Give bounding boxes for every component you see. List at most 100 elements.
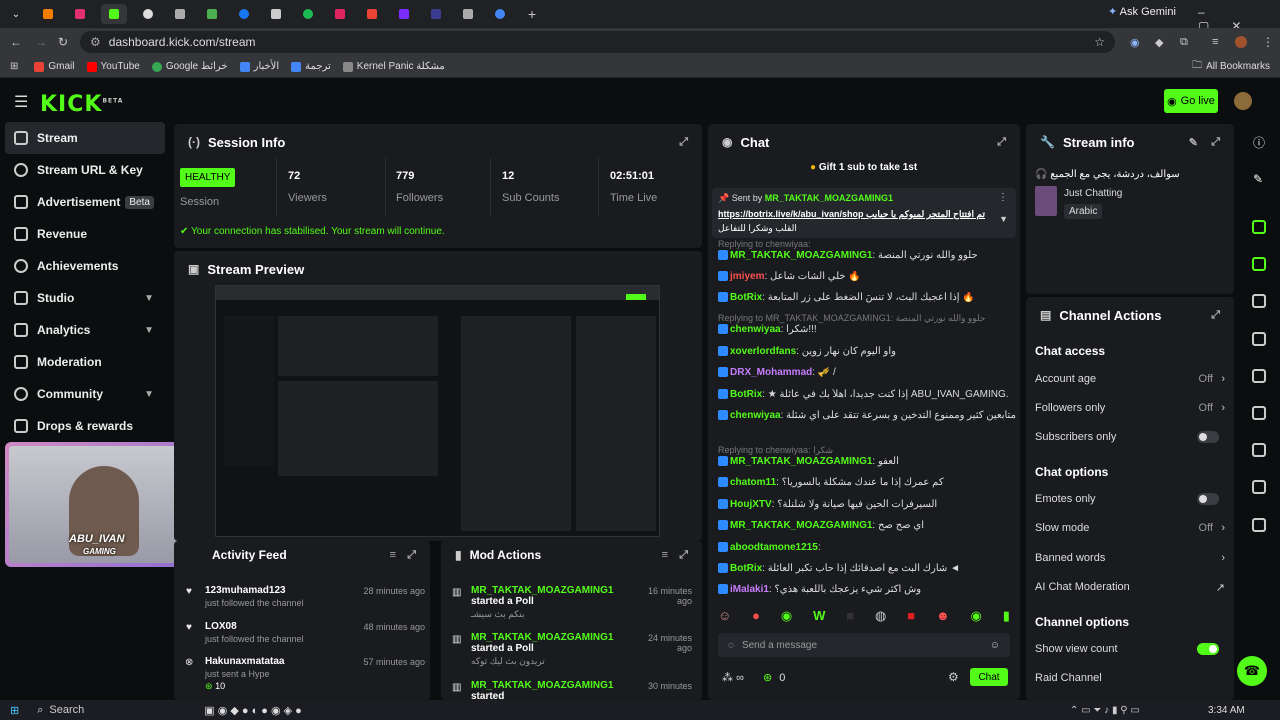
- quick-action-icon[interactable]: [1252, 443, 1266, 457]
- emote-icon[interactable]: ☻: [936, 608, 950, 628]
- sidebar-item-moderation[interactable]: Moderation: [0, 346, 170, 378]
- bookmark-item[interactable]: Kernel Panic مشكلة: [342, 61, 445, 72]
- gift-banner[interactable]: ● Gift 1 sub to take 1st: [810, 162, 917, 173]
- quick-action-icon[interactable]: [1252, 518, 1266, 532]
- popout-icon[interactable]: ⤢: [407, 549, 416, 562]
- kick-logo[interactable]: KICKBETA: [40, 92, 123, 117]
- chat-message[interactable]: aboodtamone1215:: [718, 542, 1018, 553]
- chat-message[interactable]: chenwiyaa: شكرا!!!: [718, 324, 1018, 335]
- chat-input[interactable]: ◌ Send a message ☺: [718, 633, 1010, 657]
- sidebar-item-achievements[interactable]: Achievements: [0, 250, 170, 282]
- points-icon[interactable]: ⁂: [722, 672, 733, 684]
- chat-message[interactable]: MR_TAKTAK_MOAZGAMING1: حلوو والله نورتي …: [718, 250, 1018, 261]
- browser-tab[interactable]: [297, 4, 319, 24]
- chat-username[interactable]: aboodtamone1215: [730, 542, 818, 553]
- chat-username[interactable]: chenwiyaa: [730, 410, 781, 421]
- windows-icon[interactable]: ⊞: [10, 704, 19, 717]
- search-icon[interactable]: ⌕: [37, 704, 43, 717]
- chat-message[interactable]: BotRix: ★ إذا كنت جديداً، أهلاً بك في عا…: [718, 389, 1018, 400]
- emote-icon[interactable]: ■: [846, 608, 854, 628]
- chat-username[interactable]: BotRix: [730, 389, 762, 400]
- chat-username[interactable]: chatom11: [730, 477, 776, 488]
- pencil-icon[interactable]: ✎: [1253, 172, 1263, 186]
- sidebar-item-revenue[interactable]: Revenue: [0, 218, 170, 250]
- chat-message[interactable]: chenwiyaa: الكحول لازم متابعين كثير وممن…: [718, 410, 1018, 421]
- emote-icon[interactable]: ▮: [1003, 608, 1010, 628]
- browser-tab-active[interactable]: [101, 4, 127, 24]
- show-view-count-toggle[interactable]: [1197, 643, 1219, 655]
- sidebar-item-studio[interactable]: Studio ▼: [0, 282, 170, 314]
- go-live-button[interactable]: ◉ Go live: [1164, 89, 1218, 113]
- chat-send-button[interactable]: Chat: [970, 668, 1008, 686]
- raid-channel-row[interactable]: Raid Channel: [1035, 672, 1225, 684]
- ask-gemini-button[interactable]: ✦ Ask Gemini: [1108, 5, 1176, 18]
- chat-message[interactable]: iMalaki1: وش أكثر شيء يزعجك باللعبة هذي؟: [718, 584, 1018, 595]
- chat-username[interactable]: MR_TAKTAK_MOAZGAMING1: [730, 520, 872, 531]
- slow-mode-row[interactable]: Slow mode Off ›: [1035, 522, 1225, 534]
- back-icon[interactable]: ←: [10, 35, 22, 49]
- chat-username[interactable]: HoujXTV: [730, 499, 772, 510]
- quick-action-icon[interactable]: [1252, 406, 1266, 420]
- quick-action-icon[interactable]: [1252, 257, 1266, 271]
- browser-tab[interactable]: [69, 4, 91, 24]
- apps-icon[interactable]: ⊞: [10, 61, 18, 72]
- extension-icon[interactable]: ◉: [1130, 36, 1140, 49]
- pinned-message[interactable]: 📌 Sent by MR_TAKTAK_MOAZGAMING1 https://…: [712, 188, 1016, 238]
- followers-only-row[interactable]: Followers only Off ›: [1035, 402, 1225, 414]
- profile-avatar[interactable]: [1235, 36, 1247, 48]
- bookmark-item[interactable]: ترجمة: [291, 61, 331, 72]
- browser-tab[interactable]: [265, 4, 287, 24]
- popout-icon[interactable]: ⤢: [997, 136, 1006, 149]
- quick-action-icon[interactable]: [1252, 294, 1266, 308]
- chat-username[interactable]: iMalaki1: [730, 584, 769, 595]
- popout-icon[interactable]: ⤢: [679, 136, 688, 149]
- popout-icon[interactable]: ⤢: [679, 549, 688, 562]
- emote-icon[interactable]: ◉: [781, 608, 792, 628]
- app-icons[interactable]: ▣ ◉ ◆ ● ◐ ● ◉ ◈ ●: [204, 704, 302, 717]
- chat-message[interactable]: jmiyem: خلي الشات شاعل 🔥: [718, 271, 1018, 282]
- media-icon[interactable]: ≡: [1212, 36, 1218, 48]
- system-tray[interactable]: ⌃ ▭ ⏷ ♪ ▮ ⚲ ▭: [1070, 705, 1140, 716]
- chat-username[interactable]: xoverlordfans: [730, 346, 796, 357]
- chat-settings-icon[interactable]: ⚙: [948, 670, 959, 684]
- chat-message[interactable]: BotRix: إذا أعجبك البث، لا تنسَ الضغط عل…: [718, 292, 1018, 303]
- browser-tab[interactable]: [489, 4, 511, 24]
- chat-message[interactable]: xoverlordfans: واو اليوم كان نهار زوين: [718, 346, 1018, 357]
- emote-icon[interactable]: ■: [907, 608, 915, 628]
- support-icon[interactable]: ☎: [1237, 656, 1267, 686]
- chat-message[interactable]: MR_TAKTAK_MOAZGAMING1: اي صح صح: [718, 520, 1018, 531]
- sidebar-item-community[interactable]: Community ▼: [0, 378, 170, 410]
- bookmark-item[interactable]: YouTube: [86, 61, 140, 72]
- url-field[interactable]: ⚙ dashboard.kick.com/stream ☆: [80, 31, 1115, 53]
- taskbar-search[interactable]: Search: [49, 704, 84, 716]
- bookmark-item[interactable]: Google خرائط: [151, 61, 228, 72]
- sidebar-item-drops[interactable]: Drops & rewards: [0, 410, 170, 442]
- chat-message[interactable]: DRX_Mohammad: 🎺 /: [718, 367, 1018, 378]
- popout-icon[interactable]: ⤢: [1211, 136, 1220, 149]
- browser-tab[interactable]: [361, 4, 383, 24]
- forward-icon[interactable]: →: [35, 35, 47, 49]
- filter-icon[interactable]: ≡: [390, 549, 396, 561]
- browser-tab[interactable]: [233, 4, 255, 24]
- chat-message[interactable]: BotRix: شارك البث مع أصدقائك إذا حاب تكب…: [718, 563, 1018, 574]
- emote-icon[interactable]: W: [813, 608, 825, 628]
- quick-action-icon[interactable]: [1252, 220, 1266, 234]
- emote-icon[interactable]: ◍: [875, 608, 886, 628]
- browser-tab[interactable]: [425, 4, 447, 24]
- emote-icon[interactable]: ☺: [718, 608, 731, 628]
- sidebar-item-analytics[interactable]: Analytics ▼: [0, 314, 170, 346]
- chat-username[interactable]: BotRix: [730, 292, 762, 303]
- chat-message[interactable]: chatom11: كم عمرك إذا ما عندك مشكلة بالس…: [718, 477, 1018, 488]
- emotes-only-toggle[interactable]: [1197, 493, 1219, 505]
- quick-action-icon[interactable]: [1252, 480, 1266, 494]
- chat-username[interactable]: chenwiyaa: [730, 324, 781, 335]
- browser-tab[interactable]: [137, 4, 159, 24]
- emote-icon[interactable]: ●: [752, 608, 760, 628]
- avatar[interactable]: [1234, 92, 1252, 110]
- chat-username[interactable]: MR_TAKTAK_MOAZGAMING1: [730, 250, 872, 261]
- browser-tab[interactable]: [329, 4, 351, 24]
- emoji-icon[interactable]: ☺: [990, 640, 1000, 651]
- ai-moderation-row[interactable]: AI Chat Moderation ↗: [1035, 581, 1225, 594]
- more-icon[interactable]: ⋮: [998, 192, 1008, 203]
- stream-preview-video[interactable]: [215, 285, 660, 537]
